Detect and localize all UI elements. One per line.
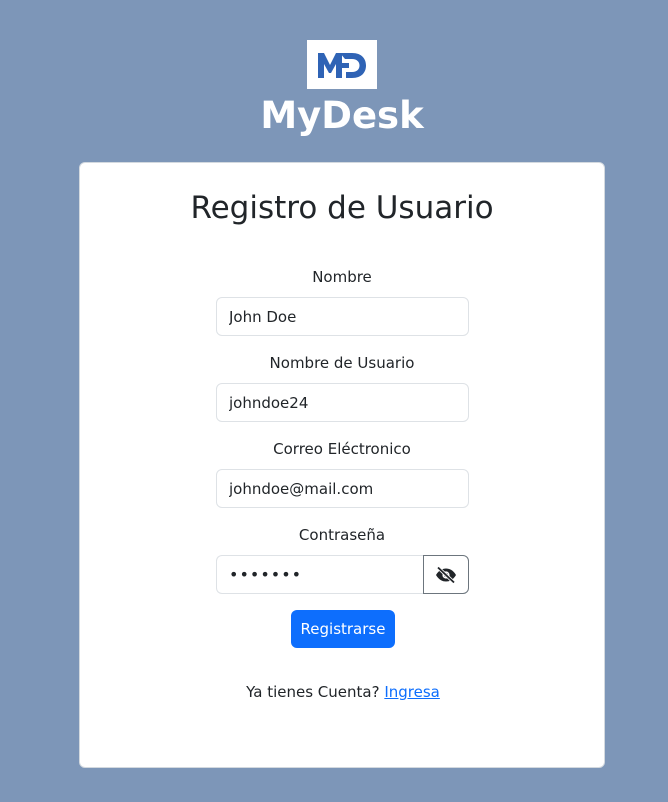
- app-title: MyDesk: [260, 94, 424, 137]
- register-button[interactable]: Registrarse: [291, 610, 395, 648]
- password-visibility-toggle[interactable]: [423, 555, 469, 594]
- username-label: Nombre de Usuario: [269, 354, 415, 372]
- email-label: Correo Eléctronico: [273, 440, 411, 458]
- email-field[interactable]: [216, 469, 469, 508]
- eye-slash-icon: [436, 565, 456, 584]
- login-prompt-text: Ya tienes Cuenta?: [246, 683, 380, 701]
- register-card: Registro de Usuario Nombre Nombre de Usu…: [79, 162, 605, 768]
- name-label: Nombre: [312, 268, 372, 286]
- page-title: Registro de Usuario: [190, 190, 494, 226]
- name-field[interactable]: [216, 297, 469, 336]
- app-logo: [307, 40, 377, 89]
- password-field[interactable]: [216, 555, 424, 594]
- username-field[interactable]: [216, 383, 469, 422]
- login-link[interactable]: Ingresa: [384, 683, 440, 701]
- md-logo-icon: [318, 52, 366, 78]
- password-label: Contraseña: [298, 526, 386, 544]
- login-prompt: Ya tienes Cuenta? Ingresa: [80, 682, 606, 702]
